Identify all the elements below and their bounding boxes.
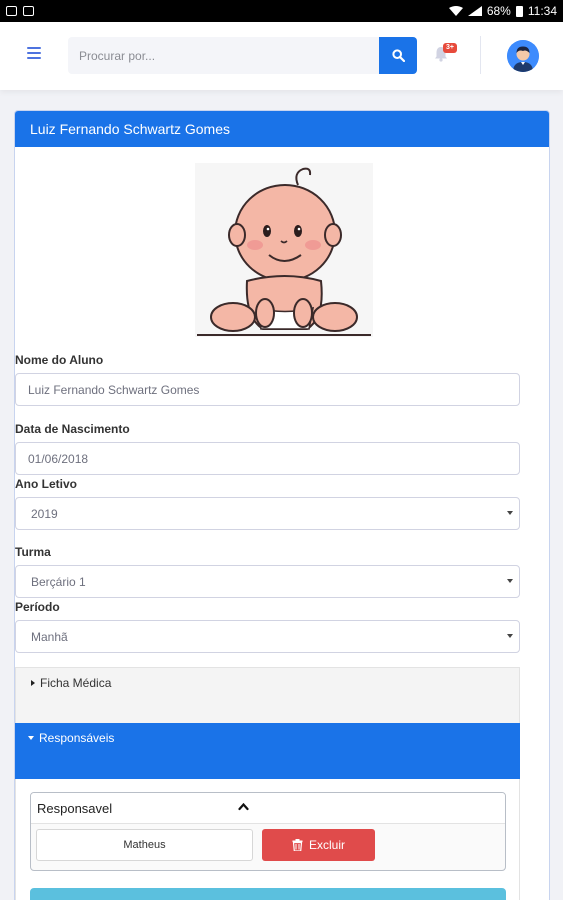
- avatar-icon: [507, 40, 539, 72]
- caret-right-icon: [31, 680, 35, 686]
- search-bar: [68, 37, 417, 74]
- image-notification-icon: [23, 6, 34, 16]
- signal-icon: [467, 6, 482, 16]
- accordion-responsaveis[interactable]: Responsáveis: [15, 723, 520, 779]
- ano-letivo-select[interactable]: 2019: [15, 497, 520, 530]
- caret-down-icon: [28, 736, 34, 740]
- card-title: Luiz Fernando Schwartz Gomes: [15, 111, 549, 147]
- top-navbar: 3+: [0, 22, 563, 90]
- responsavel-header[interactable]: Responsavel: [31, 793, 505, 824]
- responsavel-card: Responsavel Matheus Excluir: [30, 792, 506, 871]
- turma-select[interactable]: Berçário 1: [15, 565, 520, 598]
- menu-icon[interactable]: [27, 47, 41, 59]
- search-input[interactable]: [68, 37, 379, 74]
- chevron-up-icon: [238, 802, 249, 811]
- turma-value: Berçário 1: [31, 574, 86, 589]
- nome-input[interactable]: Luiz Fernando Schwartz Gomes: [15, 373, 520, 406]
- status-bar: 68% 11:34: [0, 0, 563, 22]
- responsavel-title: Responsavel: [37, 800, 113, 816]
- clock: 11:34: [527, 4, 557, 18]
- user-avatar[interactable]: [507, 40, 539, 72]
- add-responsavel-button[interactable]: [30, 888, 506, 900]
- accordion-ficha-medica-label: Ficha Médica: [40, 676, 112, 690]
- topbar-divider: [480, 36, 481, 74]
- search-button[interactable]: [379, 37, 417, 74]
- nascimento-label: Data de Nascimento: [15, 422, 130, 436]
- periodo-select[interactable]: Manhã: [15, 620, 520, 653]
- responsavel-name: Matheus: [36, 829, 253, 861]
- gallery-notification-icon: [6, 6, 17, 16]
- excluir-button[interactable]: Excluir: [262, 829, 375, 861]
- excluir-label: Excluir: [308, 838, 345, 852]
- chevron-down-icon: [507, 511, 513, 515]
- accordion-ficha-medica[interactable]: Ficha Médica: [15, 667, 520, 723]
- battery-icon: [515, 5, 523, 17]
- search-icon: [391, 49, 405, 62]
- nome-label: Nome do Aluno: [15, 353, 104, 367]
- notification-badge: 3+: [443, 43, 457, 53]
- nascimento-input[interactable]: 01/06/2018: [15, 442, 520, 475]
- periodo-label: Período: [15, 600, 60, 614]
- ano-letivo-label: Ano Letivo: [15, 477, 77, 491]
- chevron-down-icon: [507, 579, 513, 583]
- periodo-value: Manhã: [31, 629, 68, 644]
- trash-icon: [292, 839, 303, 851]
- accordion-responsaveis-label: Responsáveis: [39, 731, 115, 745]
- baby-illustration: [195, 163, 373, 337]
- battery-percent: 68%: [486, 4, 511, 18]
- ano-letivo-value: 2019: [31, 506, 58, 521]
- turma-label: Turma: [15, 545, 51, 559]
- student-photo: [195, 163, 373, 337]
- wifi-icon: [448, 6, 463, 16]
- chevron-down-icon: [507, 634, 513, 638]
